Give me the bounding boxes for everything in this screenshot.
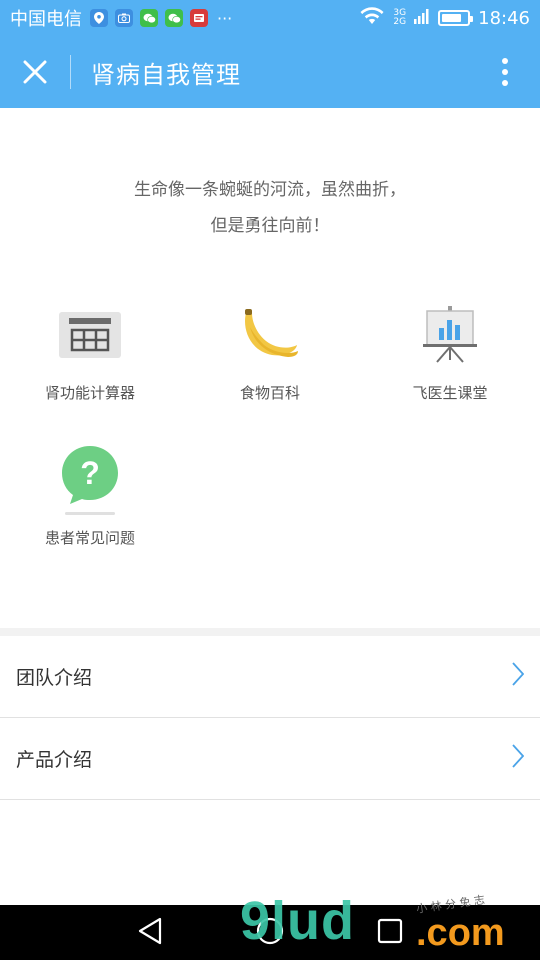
notification-icons: ··· <box>90 9 232 28</box>
grid-item-faq[interactable]: ? 患者常见问题 <box>0 445 180 548</box>
status-right: 3G 2G 18:46 <box>359 7 530 29</box>
grid-item-food[interactable]: 食物百科 <box>180 300 360 403</box>
question-bubble-icon: ? <box>50 445 130 515</box>
slogan: 生命像一条蜿蜒的河流，虽然曲折， 但是勇往向前！ <box>0 172 540 244</box>
network-type: 3G 2G <box>393 9 406 27</box>
clock: 18:46 <box>478 7 530 29</box>
grid-item-label: 患者常见问题 <box>44 529 135 547</box>
presentation-board-icon <box>410 300 490 370</box>
battery-fill <box>442 14 462 22</box>
app-icon <box>190 9 208 27</box>
network-2g-label: 2G <box>393 17 407 27</box>
carrier-label: 中国电信 <box>10 9 82 30</box>
battery-icon <box>438 10 474 26</box>
slogan-line-1: 生命像一条蜿蜒的河流，虽然曲折， <box>134 180 406 200</box>
title-divider <box>70 55 71 89</box>
grid-item-label: 肾功能计算器 <box>44 384 135 402</box>
app-bar: 肾病自我管理 <box>0 36 540 108</box>
camera-icon <box>115 9 133 27</box>
grid-item-calculator[interactable]: 肾功能计算器 <box>0 300 180 403</box>
screen: 中国电信 ··· 3G 2G 18:46 肾病自我管理 生命像一条蜿蜒的河流，虽… <box>0 0 540 960</box>
close-icon <box>23 60 47 84</box>
page-title: 肾病自我管理 <box>91 60 241 89</box>
list-item-label: 团队介绍 <box>16 667 93 689</box>
calculator-icon <box>50 300 130 370</box>
section-divider <box>0 628 540 636</box>
wechat-icon <box>140 9 158 27</box>
svg-text:?: ? <box>80 455 100 491</box>
grid-item-label: 食物百科 <box>239 384 300 402</box>
map-pin-icon <box>90 9 108 27</box>
more-notifications-icon: ··· <box>217 8 233 28</box>
list-item-label: 产品介绍 <box>16 749 93 771</box>
home-circle-icon[interactable] <box>256 917 284 949</box>
banana-icon <box>230 300 310 370</box>
slogan-line-2: 但是勇往向前！ <box>210 216 330 236</box>
wifi-icon <box>359 7 385 29</box>
recents-square-icon[interactable] <box>377 918 403 948</box>
back-triangle-icon[interactable] <box>137 917 163 949</box>
list-item-product[interactable]: 产品介绍 <box>0 718 540 800</box>
signal-icon <box>414 8 430 28</box>
more-vertical-icon <box>502 58 508 86</box>
list-item-team[interactable]: 团队介绍 <box>0 636 540 718</box>
wechat-icon <box>165 9 183 27</box>
grid-item-classroom[interactable]: 飞医生课堂 <box>360 300 540 403</box>
chevron-right-icon <box>512 662 525 691</box>
chevron-right-icon <box>512 744 525 773</box>
close-button[interactable] <box>0 36 70 108</box>
grid-item-label: 飞医生课堂 <box>412 384 488 402</box>
more-button[interactable] <box>470 36 540 108</box>
status-bar: 中国电信 ··· 3G 2G 18:46 <box>0 0 540 36</box>
system-nav-bar <box>0 905 540 960</box>
